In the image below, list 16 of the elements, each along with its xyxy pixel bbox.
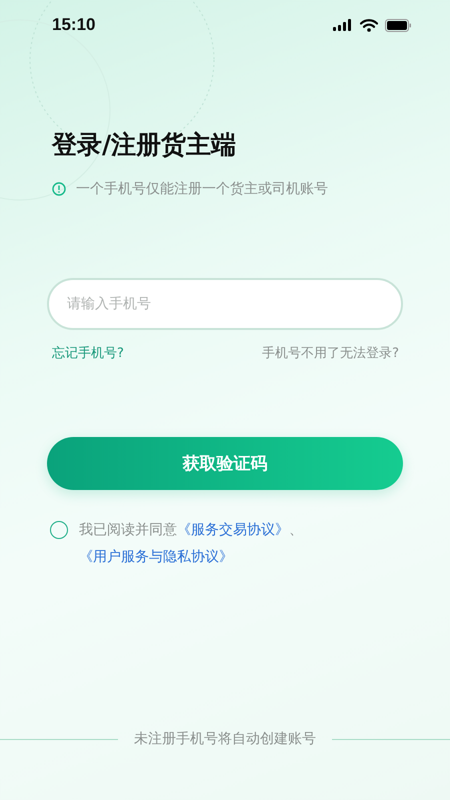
cannot-login-link[interactable]: 手机号不用了无法登录? xyxy=(262,344,399,362)
signal-icon xyxy=(333,19,353,31)
agreement-checkbox[interactable] xyxy=(50,521,68,539)
forgot-phone-link[interactable]: 忘记手机号? xyxy=(52,344,124,362)
info-icon xyxy=(52,182,66,196)
page-title: 登录/注册货主端 xyxy=(52,129,238,161)
agreement-link[interactable]: 《服务交易协议》 xyxy=(177,522,289,538)
battery-icon xyxy=(385,18,412,32)
wifi-icon xyxy=(360,18,378,32)
get-code-button[interactable]: 获取验证码 xyxy=(47,437,403,490)
phone-input-field[interactable]: 请输入手机号 xyxy=(47,278,403,330)
agreement-text: 我已阅读并同意《服务交易协议》、 《用户服务与隐私协议》 xyxy=(79,521,304,567)
footer-note: 未注册手机号将自动创建账号 xyxy=(134,730,316,748)
agreement-link[interactable]: 《用户服务与隐私协议》 xyxy=(79,549,233,565)
status-time: 15:10 xyxy=(52,15,96,35)
notice-text: 一个手机号仅能注册一个货主或司机账号 xyxy=(76,180,328,198)
